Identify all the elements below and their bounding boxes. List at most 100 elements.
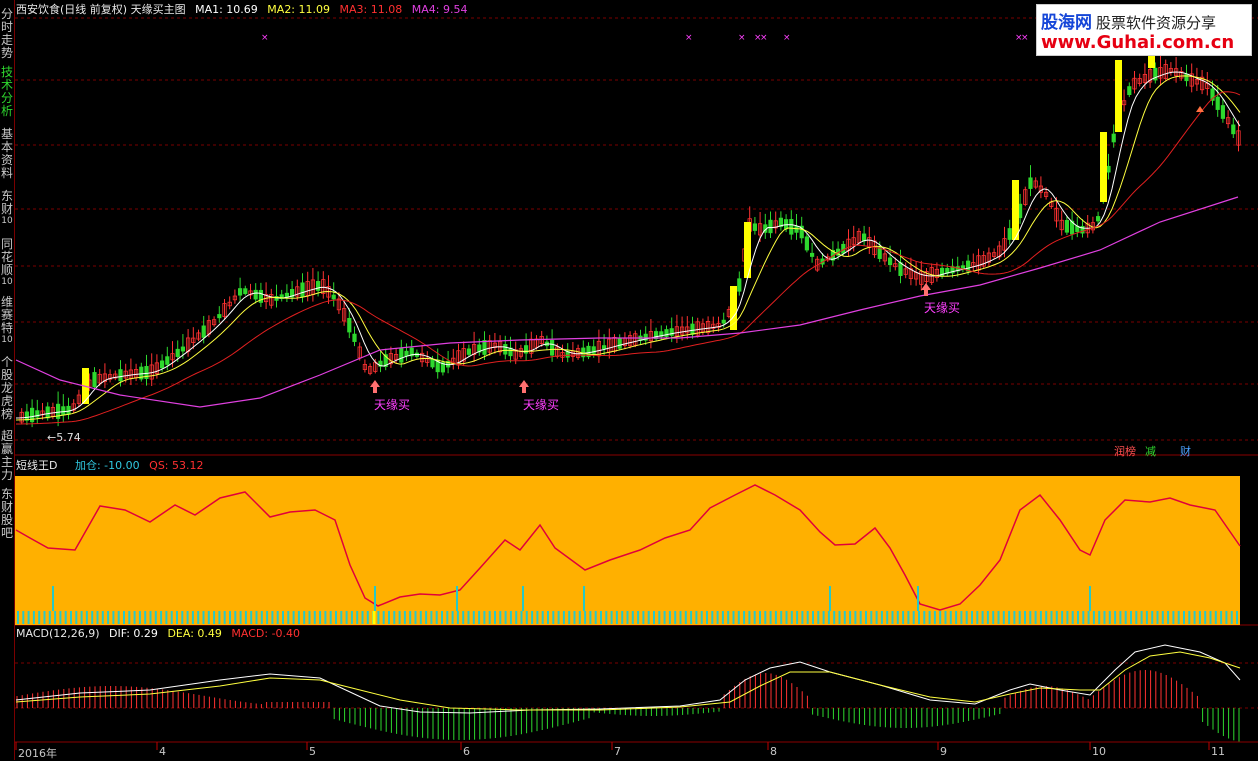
candle-body — [1127, 86, 1132, 96]
indicator-header: 短线王D 加仓: -10.00 QS: 53.12 — [16, 459, 210, 473]
low-price-annotation: ←5.74 — [47, 431, 81, 444]
main-chart-header: 西安饮食(日线 前复权) 天缘买主图 MA1: 10.69 MA2: 11.09… — [16, 3, 473, 17]
x-axis-label: 8 — [770, 745, 777, 758]
x-axis-label: 4 — [159, 745, 166, 758]
ma2-line — [15, 75, 1241, 421]
chart-canvas[interactable]: × × × ×× × ×× — [0, 0, 1258, 760]
candle-body — [503, 344, 508, 355]
indicator-qs: QS: 53.12 — [149, 459, 204, 472]
indicator-panel-bg — [15, 476, 1240, 625]
indicator-jiacang: 加仓: -10.00 — [74, 459, 140, 472]
macd-header: MACD(12,26,9) DIF: 0.29 DEA: 0.49 MACD: … — [16, 627, 306, 641]
candle-body — [352, 333, 357, 342]
indicator-name: 短线王D — [16, 459, 58, 472]
candle-body — [482, 340, 487, 355]
macd-dea-line — [15, 651, 1241, 711]
candle-body — [737, 278, 742, 292]
candle-body — [1064, 220, 1069, 233]
candle-body — [1028, 177, 1033, 189]
candle-body — [159, 360, 165, 369]
low-price-value: 5.74 — [56, 431, 81, 444]
signal-marker: × — [1021, 33, 1029, 43]
candle-body — [347, 318, 352, 333]
candle-body — [243, 288, 248, 295]
candle-body — [1220, 105, 1225, 119]
ma3-value: MA3: 11.08 — [339, 3, 403, 16]
ma4-value: MA4: 9.54 — [411, 3, 468, 16]
candle-body — [300, 282, 305, 298]
tag-finance[interactable]: 财 — [1180, 443, 1191, 459]
macd-dif-line — [15, 644, 1241, 714]
limit-up-candle — [1012, 180, 1019, 240]
candle-body — [810, 252, 815, 257]
x-axis-label: 10 — [1092, 745, 1106, 758]
candle-body — [201, 325, 206, 338]
candle-body — [862, 233, 867, 242]
candle-body — [315, 281, 321, 291]
candle-body — [466, 348, 472, 355]
candle-body — [617, 337, 622, 349]
candle-body — [1215, 96, 1220, 110]
chart-title: 西安饮食(日线 前复权) 天缘买主图 — [16, 3, 186, 16]
macd-dif: DIF: 0.29 — [109, 627, 158, 640]
candle-body — [721, 319, 726, 324]
candle-body — [175, 348, 180, 357]
candle-body — [1111, 133, 1116, 143]
logo-url: www.Guhai.com.cn — [1041, 32, 1235, 53]
x-axis-label: 2016年 — [18, 747, 57, 760]
candle-body — [794, 226, 799, 233]
limit-up-candle — [1100, 132, 1107, 202]
candle-body — [664, 329, 669, 337]
signal-marker: × — [783, 33, 791, 43]
candle-body — [430, 358, 435, 368]
macd-dea: DEA: 0.49 — [167, 627, 222, 640]
candle-body — [768, 219, 773, 234]
ma3-line — [16, 91, 1241, 425]
candle-body — [165, 356, 170, 365]
x-axis-label: 9 — [940, 745, 947, 758]
ma1-line — [15, 71, 1241, 419]
limit-up-candle — [1115, 60, 1122, 132]
candle-body — [804, 236, 810, 251]
candle-body — [1096, 216, 1101, 222]
signal-marker: × — [738, 33, 746, 43]
x-axis-label: 6 — [463, 745, 470, 758]
candle-body — [602, 345, 607, 350]
candle-body — [1231, 124, 1236, 135]
tag-rank[interactable]: 润榜 — [1114, 443, 1136, 459]
logo-name: 股海网 — [1041, 13, 1092, 33]
buy-signal-label: 天缘买 — [374, 398, 411, 412]
signal-marker: × — [261, 33, 269, 43]
buy-signal-label: 天缘买 — [924, 301, 961, 315]
candle-body — [92, 372, 97, 387]
candle-body — [888, 257, 893, 266]
buy-arrow-icon — [519, 380, 529, 393]
candle-body — [966, 260, 971, 272]
candle-body — [898, 262, 903, 276]
signal-marker: × — [760, 33, 768, 43]
candle-body — [284, 292, 290, 298]
candle-body — [45, 406, 50, 419]
x-axis-label: 5 — [309, 745, 316, 758]
candle-body — [1106, 165, 1111, 173]
candle-body — [61, 406, 66, 416]
candle-body — [789, 219, 794, 235]
candle-body — [752, 223, 758, 231]
site-logo: 股海网 股票软件资源分享 www.Guhai.com.cn — [1036, 4, 1252, 56]
signal-marker: × — [685, 33, 693, 43]
candle-body — [180, 346, 185, 352]
tag-reduce[interactable]: 减 — [1145, 443, 1156, 459]
candle-body — [118, 369, 123, 382]
x-axis-label: 11 — [1211, 745, 1225, 758]
candle-body — [1007, 228, 1012, 240]
logo-slogan: 股票软件资源分享 — [1096, 14, 1217, 32]
x-axis-label: 7 — [614, 745, 621, 758]
candle-body — [217, 314, 222, 319]
ma2-value: MA2: 11.09 — [267, 3, 331, 16]
candle-body — [690, 323, 695, 335]
ma1-value: MA1: 10.69 — [195, 3, 258, 16]
macd-name: MACD(12,26,9) — [16, 627, 100, 640]
buy-signal-label: 天缘买 — [523, 398, 560, 412]
macd-value: MACD: -0.40 — [231, 627, 301, 640]
candle-body — [253, 289, 258, 300]
